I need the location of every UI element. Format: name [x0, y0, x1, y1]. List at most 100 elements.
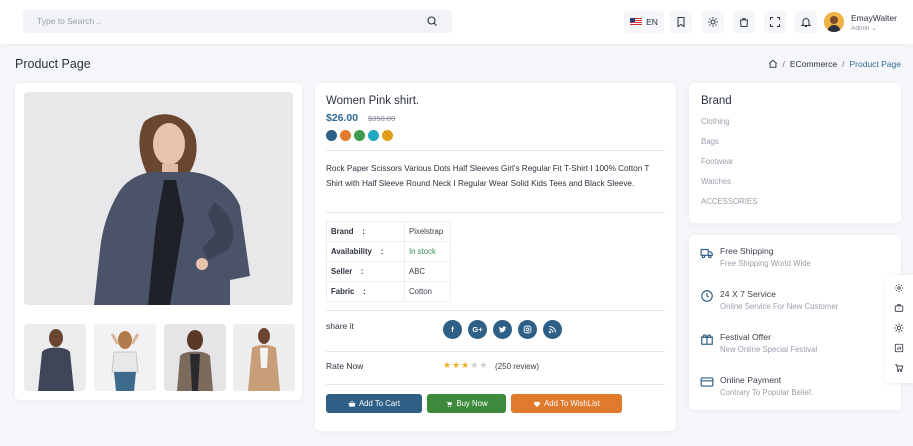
brand-title: Brand [701, 95, 732, 107]
service-subtitle: Free Shipping World Wide [720, 259, 811, 268]
add-to-wishlist-button[interactable]: Add To WishList [511, 394, 622, 413]
google-plus-icon[interactable]: G+ [468, 320, 487, 339]
buy-now-button[interactable]: Buy Now [427, 394, 506, 413]
add-to-wishlist-label: Add To WishList [544, 399, 600, 408]
color-swatch-orange[interactable] [340, 130, 351, 141]
product-price: $26.00 [326, 112, 359, 124]
product-main-image[interactable] [24, 92, 293, 305]
chevron-down-icon: ⌄ [871, 25, 877, 32]
divider [326, 310, 665, 311]
product-details-card: Women Pink shirt. $26.00 $350.00 Rock Pa… [315, 83, 676, 431]
user-role-label: Admin [851, 25, 870, 32]
bell-icon [800, 18, 812, 27]
brand-item-footwear[interactable]: Footwear [701, 157, 734, 166]
product-description: Rock Paper Scissors Various Dots Half Sl… [326, 164, 650, 188]
product-thumbnail-3[interactable] [164, 324, 226, 391]
truck-icon [700, 248, 713, 259]
color-swatch-blue[interactable] [326, 130, 337, 141]
product-thumbnail-4[interactable] [233, 324, 295, 391]
instagram-icon[interactable] [518, 320, 537, 339]
service-title: Festival Offer [720, 332, 771, 342]
language-selector[interactable]: EN [624, 11, 664, 33]
avatar[interactable] [824, 12, 844, 32]
star-filled-icon[interactable]: ★ [461, 360, 469, 371]
fullscreen-button[interactable] [764, 11, 786, 33]
heart-icon [534, 401, 541, 407]
brand-filter-card: Brand Clothing Bags Footwear Watches ACC… [689, 83, 901, 223]
brand-item-watches[interactable]: Watches [701, 177, 731, 186]
spec-value: ABC [404, 261, 451, 282]
chart-icon[interactable] [894, 343, 904, 353]
color-swatch-cyan[interactable] [368, 130, 379, 141]
clock-icon [701, 290, 713, 302]
product-gallery-card [15, 83, 302, 400]
gift-icon [701, 334, 713, 345]
table-row: Brand : Pixelstrap [326, 221, 451, 242]
breadcrumb-separator: / [782, 59, 785, 69]
divider [326, 351, 665, 352]
twitter-icon[interactable] [493, 320, 512, 339]
search-placeholder: Type to Search .. [37, 16, 102, 26]
search-input[interactable]: Type to Search .. [23, 10, 452, 33]
bookmark-button[interactable] [670, 11, 692, 33]
thumbnail-photo-icon [164, 324, 226, 391]
shopping-cart-icon[interactable] [894, 363, 904, 373]
facebook-icon[interactable]: f [443, 320, 462, 339]
spec-value: In stock [404, 241, 451, 262]
star-empty-icon[interactable]: ★ [479, 360, 487, 371]
language-label: EN [646, 17, 658, 27]
star-filled-icon[interactable]: ★ [443, 360, 451, 371]
service-title: Free Shipping [720, 246, 774, 256]
color-swatch-green[interactable] [354, 130, 365, 141]
credit-card-icon [700, 377, 714, 387]
gear-icon[interactable] [894, 283, 904, 293]
customizer-toolbar [885, 275, 913, 383]
briefcase-icon[interactable] [894, 303, 904, 313]
search-icon[interactable] [426, 15, 438, 27]
breadcrumb-item-ecommerce[interactable]: ECommerce [790, 59, 837, 69]
brand-item-accessories[interactable]: ACCESSORIES [701, 197, 757, 206]
user-photo-icon [824, 12, 844, 32]
divider [326, 150, 665, 151]
us-flag-icon [630, 18, 643, 26]
thumbnail-photo-icon [94, 324, 156, 391]
services-card: Free Shipping Free Shipping World Wide 2… [689, 235, 901, 410]
service-subtitle: Contrary To Popular Belief. [720, 388, 814, 397]
breadcrumb: / ECommerce / Product Page [768, 59, 901, 69]
share-label: share it [326, 321, 354, 331]
thumbnail-photo-icon [233, 324, 295, 391]
bookmark-icon [677, 17, 685, 28]
star-rating[interactable]: ★ ★ ★ ★ ★ [443, 360, 487, 371]
divider [326, 212, 665, 213]
rate-label: Rate Now [326, 361, 364, 371]
star-filled-icon[interactable]: ★ [452, 360, 460, 371]
breadcrumb-separator: / [842, 59, 845, 69]
divider [326, 384, 665, 385]
rss-icon[interactable] [543, 320, 562, 339]
home-icon[interactable] [768, 59, 778, 69]
brand-item-clothing[interactable]: Clothing [701, 117, 730, 126]
product-old-price: $350.00 [368, 114, 396, 123]
service-title: 24 X 7 Service [720, 289, 776, 299]
star-empty-icon[interactable]: ★ [470, 360, 478, 371]
color-swatch-yellow[interactable] [382, 130, 393, 141]
product-thumbnail-2[interactable] [94, 324, 156, 391]
cart-button[interactable] [733, 11, 755, 33]
brand-item-bags[interactable]: Bags [701, 137, 719, 146]
user-name[interactable]: EmayWalter [851, 13, 897, 23]
add-to-cart-button[interactable]: Add To Cart [326, 394, 422, 413]
add-to-cart-label: Add To Cart [358, 399, 401, 408]
spec-key: Brand : [326, 221, 405, 242]
thumbnail-photo-icon [24, 324, 86, 391]
product-thumbnail-1[interactable] [24, 324, 86, 391]
spec-value: Pixelstrap [404, 221, 451, 242]
notifications-button[interactable] [795, 11, 817, 33]
table-row: Seller : ABC [326, 261, 451, 282]
theme-toggle-button[interactable] [702, 11, 724, 33]
service-subtitle: Online Service For New Customer [720, 302, 839, 311]
spec-key: Availability : [326, 241, 405, 262]
breadcrumb-item-current: Product Page [849, 59, 901, 69]
user-role[interactable]: Admin ⌄ [851, 24, 877, 32]
settings-icon[interactable] [894, 323, 904, 333]
spec-value: Cotton [404, 281, 451, 302]
